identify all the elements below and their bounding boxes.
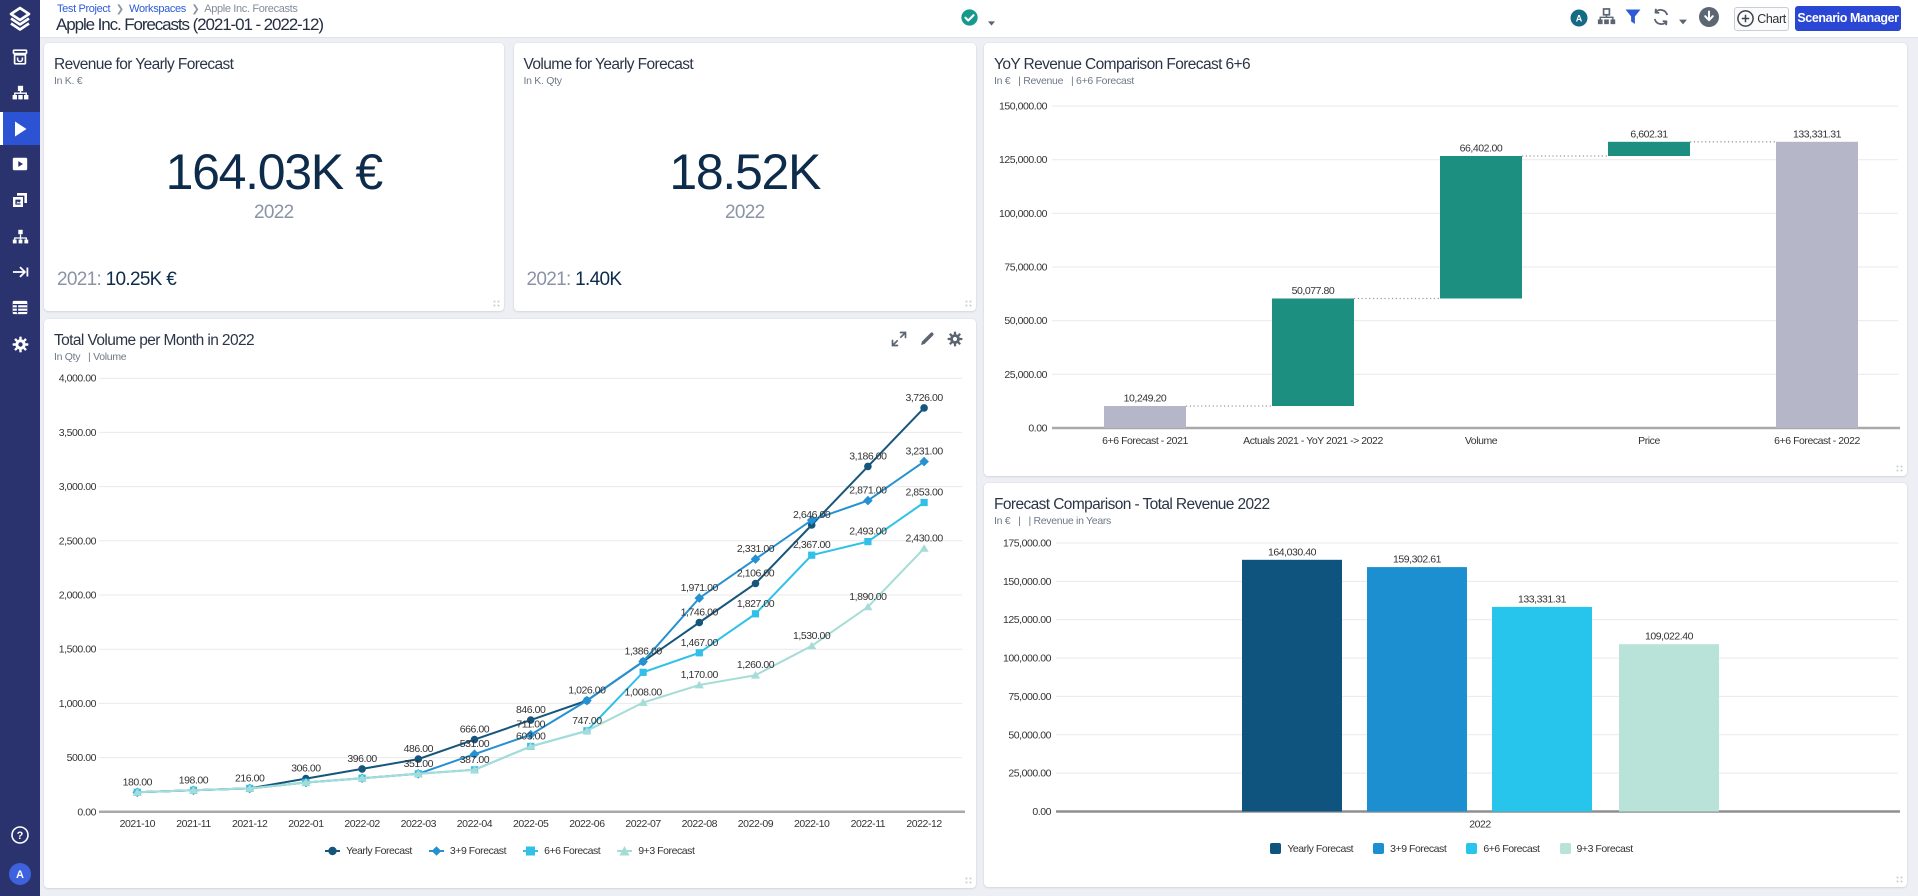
svg-text:100,000.00: 100,000.00: [1003, 652, 1052, 664]
svg-text:1,890.00: 1,890.00: [849, 590, 887, 602]
svg-text:1,026.00: 1,026.00: [568, 684, 606, 696]
svg-text:3,726.00: 3,726.00: [905, 391, 943, 403]
svg-text:1,467.00: 1,467.00: [681, 636, 719, 648]
svg-text:2,331.00: 2,331.00: [737, 543, 775, 555]
svg-text:A: A: [16, 869, 24, 881]
svg-text:1,000.00: 1,000.00: [59, 697, 97, 709]
svg-text:133,331.31: 133,331.31: [1518, 593, 1567, 605]
svg-text:1,530.00: 1,530.00: [793, 629, 831, 641]
svg-text:846.00: 846.00: [516, 704, 546, 716]
svg-text:6+6 Forecast - 2021: 6+6 Forecast - 2021: [1102, 435, 1188, 447]
svg-text:2021-11: 2021-11: [176, 818, 211, 830]
svg-text:2,853.00: 2,853.00: [905, 486, 943, 498]
svg-text:1,500.00: 1,500.00: [59, 643, 97, 655]
svg-text:2,106.00: 2,106.00: [737, 567, 775, 579]
svg-text:50,000.00: 50,000.00: [1004, 315, 1047, 327]
svg-text:75,000.00: 75,000.00: [1004, 262, 1047, 274]
svg-text:2021-10: 2021-10: [120, 818, 156, 830]
svg-text:50,077.80: 50,077.80: [1292, 285, 1335, 297]
svg-text:164,030.40: 164,030.40: [1268, 546, 1317, 558]
svg-text:100,000.00: 100,000.00: [999, 208, 1048, 220]
svg-text:2,000.00: 2,000.00: [59, 589, 97, 601]
svg-text:500.00: 500.00: [67, 752, 97, 764]
svg-text:1,827.00: 1,827.00: [737, 597, 775, 609]
svg-text:1,008.00: 1,008.00: [624, 686, 662, 698]
svg-text:711.00: 711.00: [516, 718, 545, 730]
svg-text:3,000.00: 3,000.00: [59, 481, 97, 493]
svg-text:486.00: 486.00: [404, 743, 434, 755]
svg-text:2022-02: 2022-02: [344, 818, 380, 830]
svg-text:Volume: Volume: [1465, 435, 1498, 447]
svg-text:2022-11: 2022-11: [851, 818, 886, 830]
svg-text:3,231.00: 3,231.00: [905, 445, 943, 457]
svg-text:66,402.00: 66,402.00: [1460, 143, 1503, 155]
svg-text:180.00: 180.00: [123, 776, 153, 788]
svg-text:1,971.00: 1,971.00: [681, 582, 719, 594]
svg-text:6+6 Forecast - 2022: 6+6 Forecast - 2022: [1774, 435, 1860, 447]
svg-text:2022: 2022: [1469, 818, 1491, 830]
svg-text:150,000.00: 150,000.00: [999, 101, 1048, 113]
svg-text:0.00: 0.00: [77, 806, 96, 818]
svg-text:Price: Price: [1638, 435, 1660, 447]
svg-text:387.00: 387.00: [460, 753, 490, 765]
svg-text:25,000.00: 25,000.00: [1004, 369, 1047, 381]
svg-text:2,493.00: 2,493.00: [849, 525, 887, 537]
svg-text:198.00: 198.00: [179, 774, 209, 786]
svg-text:6,602.31: 6,602.31: [1630, 128, 1668, 140]
svg-text:50,000.00: 50,000.00: [1008, 729, 1051, 741]
svg-text:2022-09: 2022-09: [738, 818, 774, 830]
svg-text:3,186.00: 3,186.00: [849, 450, 887, 462]
svg-text:531.00: 531.00: [460, 738, 490, 750]
svg-text:666.00: 666.00: [460, 723, 490, 735]
svg-text:1,260.00: 1,260.00: [737, 659, 775, 671]
svg-text:216.00: 216.00: [235, 772, 265, 784]
svg-text:2022-04: 2022-04: [457, 818, 493, 830]
svg-text:133,331.31: 133,331.31: [1793, 128, 1842, 140]
svg-text:306.00: 306.00: [291, 762, 321, 774]
svg-text:351.00: 351.00: [404, 757, 434, 769]
svg-text:2,430.00: 2,430.00: [905, 532, 943, 544]
svg-text:2,871.00: 2,871.00: [849, 484, 887, 496]
svg-text:0.00: 0.00: [1032, 806, 1051, 818]
svg-text:?: ?: [17, 830, 24, 842]
svg-text:2022-08: 2022-08: [682, 818, 718, 830]
svg-text:A: A: [1576, 14, 1583, 24]
svg-text:2,367.00: 2,367.00: [793, 539, 831, 551]
svg-text:159,302.61: 159,302.61: [1393, 553, 1442, 565]
svg-text:603.00: 603.00: [516, 730, 546, 742]
svg-text:2022-10: 2022-10: [794, 818, 830, 830]
svg-text:2022-12: 2022-12: [906, 818, 942, 830]
svg-text:25,000.00: 25,000.00: [1008, 767, 1051, 779]
svg-text:4,000.00: 4,000.00: [59, 372, 97, 384]
svg-text:2022-05: 2022-05: [513, 818, 549, 830]
svg-text:125,000.00: 125,000.00: [1003, 614, 1052, 626]
svg-text:1,746.00: 1,746.00: [681, 606, 719, 618]
svg-text:75,000.00: 75,000.00: [1008, 690, 1051, 702]
svg-text:747.00: 747.00: [572, 714, 602, 726]
svg-text:3,500.00: 3,500.00: [59, 426, 97, 438]
svg-text:2022-01: 2022-01: [288, 818, 324, 830]
svg-text:10,249.20: 10,249.20: [1124, 393, 1167, 405]
svg-text:2022-06: 2022-06: [569, 818, 605, 830]
svg-text:175,000.00: 175,000.00: [1003, 537, 1052, 549]
svg-text:1,170.00: 1,170.00: [681, 669, 719, 681]
svg-text:2,500.00: 2,500.00: [59, 535, 97, 547]
svg-text:2022-07: 2022-07: [625, 818, 661, 830]
svg-text:396.00: 396.00: [347, 752, 377, 764]
svg-text:109,022.40: 109,022.40: [1645, 630, 1694, 642]
svg-text:1,386.00: 1,386.00: [624, 645, 662, 657]
svg-text:2,646.00: 2,646.00: [793, 509, 831, 521]
svg-text:125,000.00: 125,000.00: [999, 154, 1048, 166]
svg-text:150,000.00: 150,000.00: [1003, 575, 1052, 587]
svg-text:2021-12: 2021-12: [232, 818, 268, 830]
svg-text:2022-03: 2022-03: [401, 818, 437, 830]
svg-text:0.00: 0.00: [1028, 423, 1047, 435]
svg-text:Actuals 2021 - YoY 2021 -> 202: Actuals 2021 - YoY 2021 -> 2022: [1243, 435, 1383, 447]
